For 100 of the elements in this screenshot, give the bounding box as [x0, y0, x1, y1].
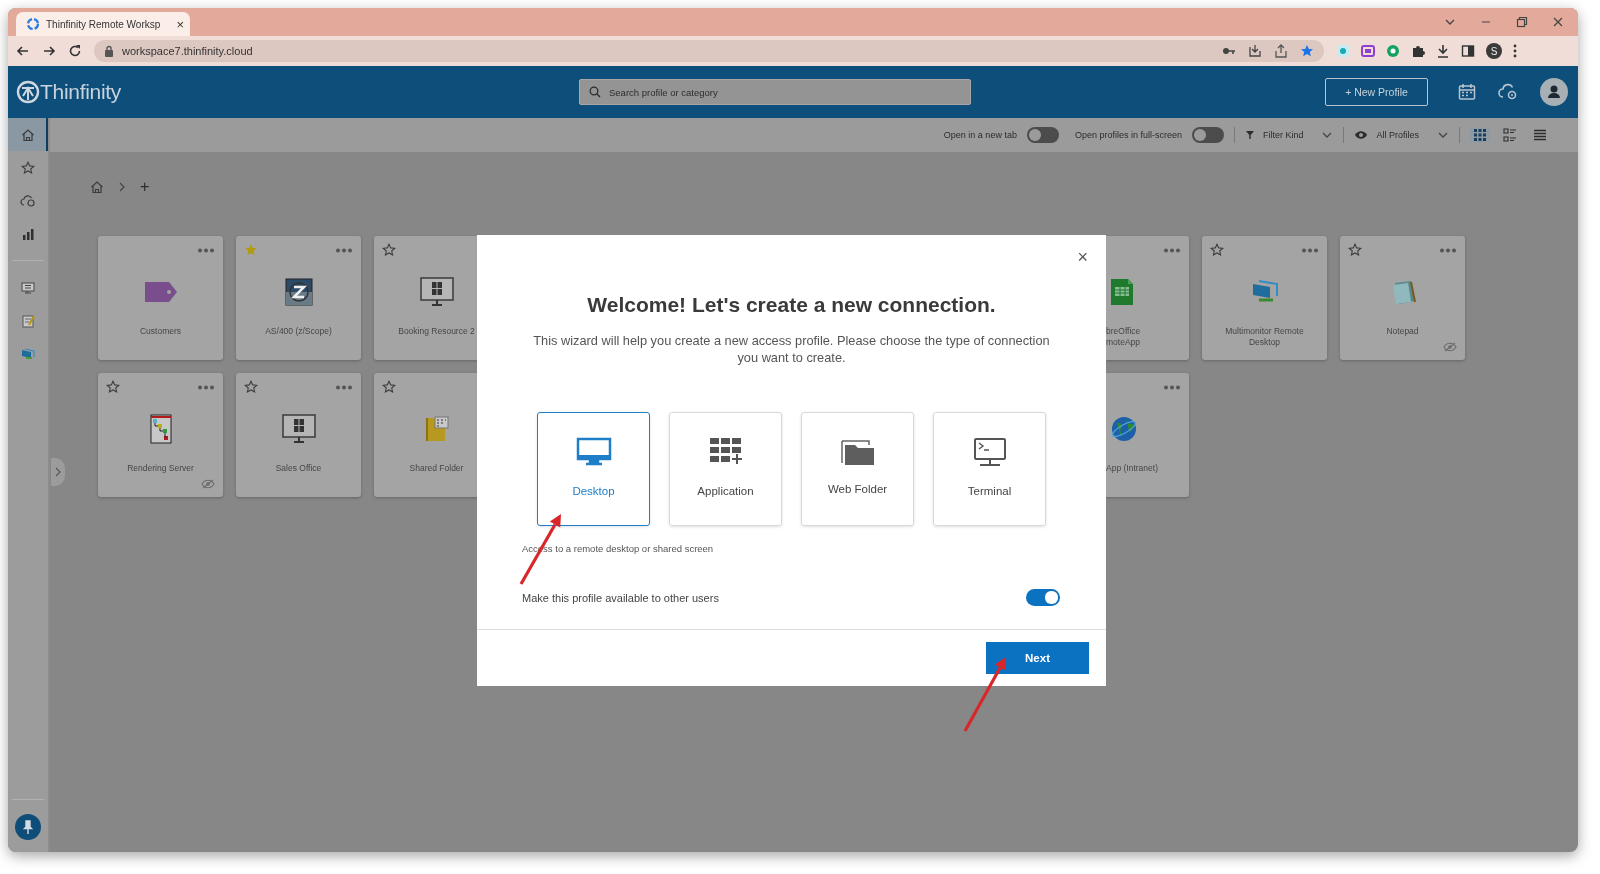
key-icon[interactable] [1222, 46, 1236, 56]
profile-card[interactable]: breOffice moteApp [1106, 236, 1189, 360]
sidebar-item[interactable] [8, 118, 48, 151]
profile-card[interactable]: Notepad [1340, 236, 1465, 360]
profile-card[interactable]: App (Intranet) [1106, 373, 1189, 497]
download-icon[interactable] [1436, 44, 1450, 58]
toggle-switch[interactable] [1026, 589, 1060, 606]
url-text: workspace7.thinfinity.cloud [122, 45, 254, 57]
connection-type-option[interactable]: Terminal [933, 412, 1046, 526]
forward-icon[interactable] [42, 44, 56, 58]
calendar-icon[interactable] [1458, 83, 1476, 101]
breadcrumb-item: + [140, 178, 150, 196]
toggle-label: Open in a new tab [943, 130, 1017, 140]
profile-name: Notepad [1385, 326, 1420, 337]
more-icon[interactable] [1163, 384, 1181, 390]
chevron-icon [118, 182, 126, 192]
share-icon[interactable] [1274, 44, 1288, 58]
extension-icon[interactable] [1361, 44, 1375, 58]
extension-icon[interactable] [1386, 44, 1400, 58]
monitor-icon [419, 277, 454, 307]
option-label: Desktop [572, 485, 615, 497]
back-icon[interactable] [16, 44, 30, 58]
collapse-handle[interactable] [51, 458, 65, 486]
cloud-settings-icon[interactable] [1498, 83, 1518, 101]
folder-icon [840, 437, 875, 467]
more-icon[interactable] [1301, 247, 1319, 253]
dropdown[interactable]: All Profiles [1354, 129, 1449, 141]
toggle-label: Make this profile available to other users [522, 591, 719, 604]
star-icon[interactable] [244, 243, 258, 257]
connection-type-option[interactable]: Desktop [537, 412, 650, 526]
reload-icon[interactable] [68, 44, 82, 58]
profile-card[interactable]: Rendering Server [98, 373, 223, 497]
toggle-switch[interactable] [1026, 127, 1059, 143]
connection-type-option[interactable]: Application [669, 412, 782, 526]
annotation-arrow [519, 514, 561, 585]
eye-icon [1354, 130, 1369, 140]
home-icon[interactable] [90, 180, 104, 194]
monitor-icon[interactable] [21, 281, 35, 294]
dialog-title: Welcome! Let's create a new connection. [586, 292, 997, 318]
option-label: Application [697, 485, 754, 497]
profile-card[interactable]: AS/400 (z/Scope) [236, 236, 361, 360]
profile-card[interactable]: Customers [98, 236, 223, 360]
profile-name: Booking Resource 2 [397, 326, 476, 337]
close-button[interactable]: × [1073, 247, 1092, 268]
grid-view-icon [1473, 128, 1487, 142]
search-field[interactable]: Search profile or category [579, 79, 971, 105]
more-icon[interactable] [1163, 247, 1181, 253]
profile-name: Sales Office [274, 463, 323, 474]
menu-icon[interactable] [1513, 44, 1517, 58]
star-icon[interactable] [244, 380, 258, 394]
more-icon[interactable] [197, 384, 215, 390]
profile-card[interactable]: Sales Office [236, 373, 361, 497]
browser-tab[interactable]: Thinfinity Remote Worksp × [16, 12, 190, 36]
dropdown[interactable]: Filter Kind [1244, 129, 1334, 141]
star-icon[interactable] [1210, 243, 1224, 257]
list-view-icon [1533, 128, 1547, 142]
toggle-switch[interactable] [1191, 127, 1224, 143]
logo-text: Thinfinity [40, 80, 122, 104]
pin-button[interactable] [15, 814, 41, 840]
monitor-icon [281, 414, 316, 444]
dialog-intro: This wizard will help you create a new access profile. Please choose the type of connection you want to create. [532, 332, 1051, 366]
multi-monitor-icon [1250, 280, 1279, 304]
restore-icon[interactable] [1516, 16, 1528, 28]
profile-name: AS/400 (z/Scope) [264, 326, 333, 337]
view-toggle[interactable] [1470, 128, 1490, 142]
folder-icon [424, 416, 449, 442]
tab-close-button[interactable]: × [176, 16, 184, 32]
puzzle-icon[interactable] [1411, 44, 1425, 58]
profile-name: Multimonitor Remote Desktop [1224, 326, 1305, 348]
more-icon[interactable] [197, 247, 215, 253]
search-icon [589, 86, 601, 98]
profile-name: Rendering Server [126, 463, 195, 474]
more-icon[interactable] [335, 384, 353, 390]
profile-avatar[interactable]: S [1486, 43, 1502, 59]
tab-title: Thinfinity Remote Worksp [46, 18, 162, 30]
details-view-icon [1503, 128, 1517, 142]
star-icon[interactable] [382, 243, 396, 257]
bookmark-star-icon[interactable] [1300, 44, 1314, 58]
notepad-icon[interactable] [21, 313, 35, 328]
more-icon[interactable] [335, 247, 353, 253]
new-profile-button[interactable]: + New Profile [1325, 78, 1428, 106]
side-panel-icon[interactable] [1461, 44, 1475, 58]
profile-name: App (Intranet) [1106, 463, 1159, 474]
user-avatar[interactable] [1540, 78, 1568, 106]
profile-name: breOffice moteApp [1106, 326, 1142, 348]
bar-chart-icon [21, 226, 35, 241]
close-icon[interactable] [1552, 16, 1564, 28]
profile-name: Shared Folder [408, 463, 465, 474]
address-bar[interactable]: workspace7.thinfinity.cloud [94, 40, 1324, 62]
star-icon [21, 160, 35, 175]
star-icon[interactable] [106, 380, 120, 394]
star-icon[interactable] [382, 380, 396, 394]
logo-icon [16, 80, 40, 104]
terminal-app-icon [284, 278, 313, 306]
install-icon[interactable] [1248, 44, 1262, 58]
next-button[interactable]: Next [986, 642, 1089, 674]
connection-type-option[interactable]: Web Folder [801, 412, 914, 526]
star-icon[interactable] [1348, 243, 1362, 257]
more-icon[interactable] [1439, 247, 1457, 253]
profile-card[interactable]: Multimonitor Remote Desktop [1202, 236, 1327, 360]
